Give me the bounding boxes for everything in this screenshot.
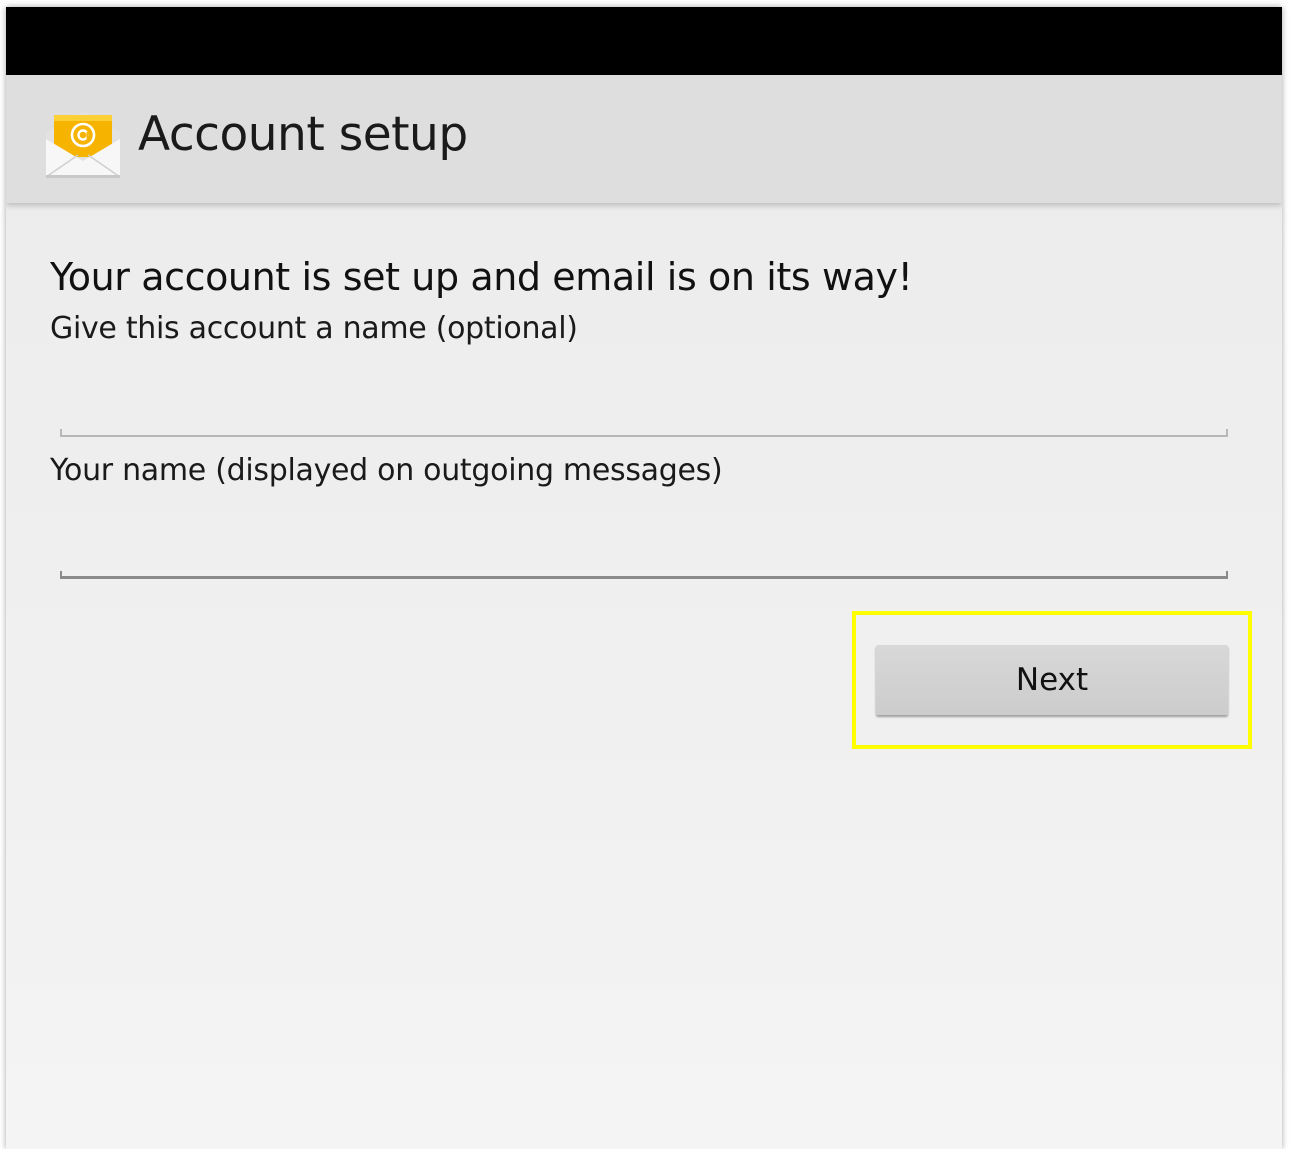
account-name-underline (60, 435, 1228, 437)
email-envelope-icon (42, 105, 124, 181)
account-name-input[interactable] (60, 377, 1228, 437)
next-button[interactable]: Next (876, 645, 1228, 715)
field-edge-right (1226, 429, 1228, 437)
your-name-label: Your name (displayed on outgoing message… (50, 453, 723, 488)
action-bar: Account setup (6, 75, 1282, 203)
account-name-field-container (60, 377, 1228, 437)
your-name-input[interactable] (60, 519, 1228, 579)
your-name-underline (60, 576, 1228, 579)
your-name-field-container (60, 519, 1228, 579)
field-edge-left (60, 429, 62, 437)
status-bar (6, 7, 1282, 75)
field-edge-left (60, 571, 62, 579)
field-edge-right (1226, 571, 1228, 579)
success-heading: Your account is set up and email is on i… (50, 255, 913, 299)
app-window: Account setup Your account is set up and… (6, 7, 1282, 1149)
account-name-label: Give this account a name (optional) (50, 311, 578, 346)
page-title: Account setup (138, 107, 468, 162)
